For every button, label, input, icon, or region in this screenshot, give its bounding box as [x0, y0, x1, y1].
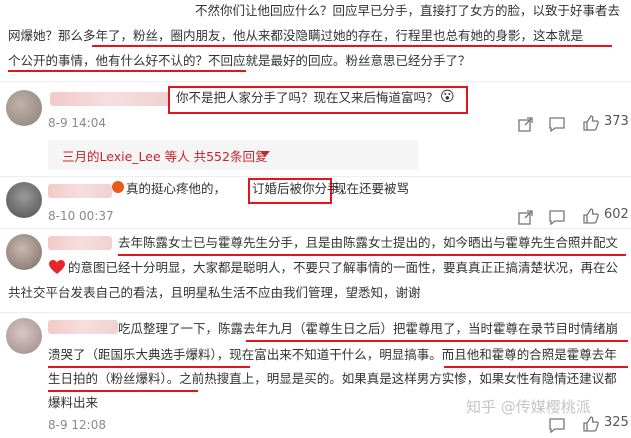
- user-avatar[interactable]: [6, 234, 42, 270]
- like-icon[interactable]: [582, 415, 600, 433]
- comment-icon[interactable]: [548, 208, 566, 226]
- like-count: 602: [604, 207, 629, 222]
- chevron-down-icon[interactable]: [258, 147, 272, 161]
- share-icon[interactable]: [516, 115, 534, 133]
- comment-text-line: 的意图已经十分明显，大家都是聪明人，不要只了解事情的一面性，要真真正正搞清楚状况…: [68, 260, 619, 275]
- username-blurred: [48, 184, 112, 198]
- comment-text-line: 网爆她？那么多年了，粉丝，圈内朋友，他从来都没隐瞒过她的存在，行程里也总有她的身…: [8, 28, 584, 43]
- user-avatar[interactable]: [6, 182, 42, 218]
- comment-text: 你不是把人家分手了吗？现在又来后悔道富吗？: [176, 90, 439, 105]
- comment-text-line: 共社交平台发表自己的看法，且明星私生活不应由我们管理，望悉知，谢谢: [8, 285, 421, 300]
- highlight-underline: [246, 340, 628, 342]
- highlight-underline: [118, 254, 626, 256]
- comment-text-line: 爆料出来: [48, 395, 99, 410]
- user-avatar[interactable]: [6, 318, 42, 354]
- badge-icon: [112, 181, 124, 193]
- highlight-underline: [8, 70, 246, 72]
- highlight-underline: [92, 45, 612, 47]
- comment-text-line: 吃瓜整理了一下，陈露去年九月（霍尊生日之后）把霍尊甩了，当时霍尊在录节目时情绪崩: [118, 321, 619, 336]
- divider: [0, 81, 631, 82]
- comment-text: 现在还要被骂: [334, 181, 410, 196]
- watermark: 知乎 @传媒樱桃派: [466, 398, 591, 416]
- emoji-icon: 😮: [440, 89, 455, 105]
- share-icon[interactable]: [516, 208, 534, 226]
- user-avatar[interactable]: [6, 90, 42, 126]
- heart-icon: [48, 259, 66, 279]
- comment-text-line: 去年陈露女士已与霍尊先生分手，且是由陈露女士提出的，如今晒出与霍尊先生合照并配文: [118, 235, 619, 250]
- divider: [0, 176, 631, 177]
- comment-text-line: 生日拍的（粉丝爆料）。之前热搜直上，明显是买的。如果真是这样男方实惨，如果女性有…: [48, 371, 617, 386]
- like-count: 325: [604, 415, 629, 430]
- username-blurred: [48, 320, 118, 334]
- like-count: 373: [604, 114, 629, 129]
- comment-text: 真的挺心疼他的，: [126, 181, 227, 196]
- comment-text-line: 个公开的事情，他有什么好不认的？不回应就是最好的回应。粉丝意思已经分手了？: [8, 53, 471, 68]
- replies-header[interactable]: 三月的Lexie_Lee 等人 共552条回复: [62, 146, 267, 165]
- like-icon[interactable]: [582, 114, 600, 132]
- comment-text-line: 不然你们让他回应什么？回应早已分手，直接打了女方的脸，以致于好事者去: [195, 3, 621, 18]
- like-icon[interactable]: [582, 207, 600, 225]
- comment-date: 8-9 12:08: [48, 418, 106, 432]
- comment-icon[interactable]: [548, 416, 566, 434]
- comment-date: 8-9 14:04: [48, 116, 106, 130]
- divider: [0, 228, 631, 229]
- divider: [0, 312, 631, 313]
- username-blurred: [50, 92, 170, 106]
- username-blurred: [48, 236, 112, 250]
- comment-text-line: 溃哭了（距国乐大典选手爆料），现在富出来不知道干什么，明显搞事。而且他和霍尊的合…: [48, 347, 617, 362]
- comment-icon[interactable]: [548, 115, 566, 133]
- comment-date: 8-10 00:37: [48, 209, 114, 223]
